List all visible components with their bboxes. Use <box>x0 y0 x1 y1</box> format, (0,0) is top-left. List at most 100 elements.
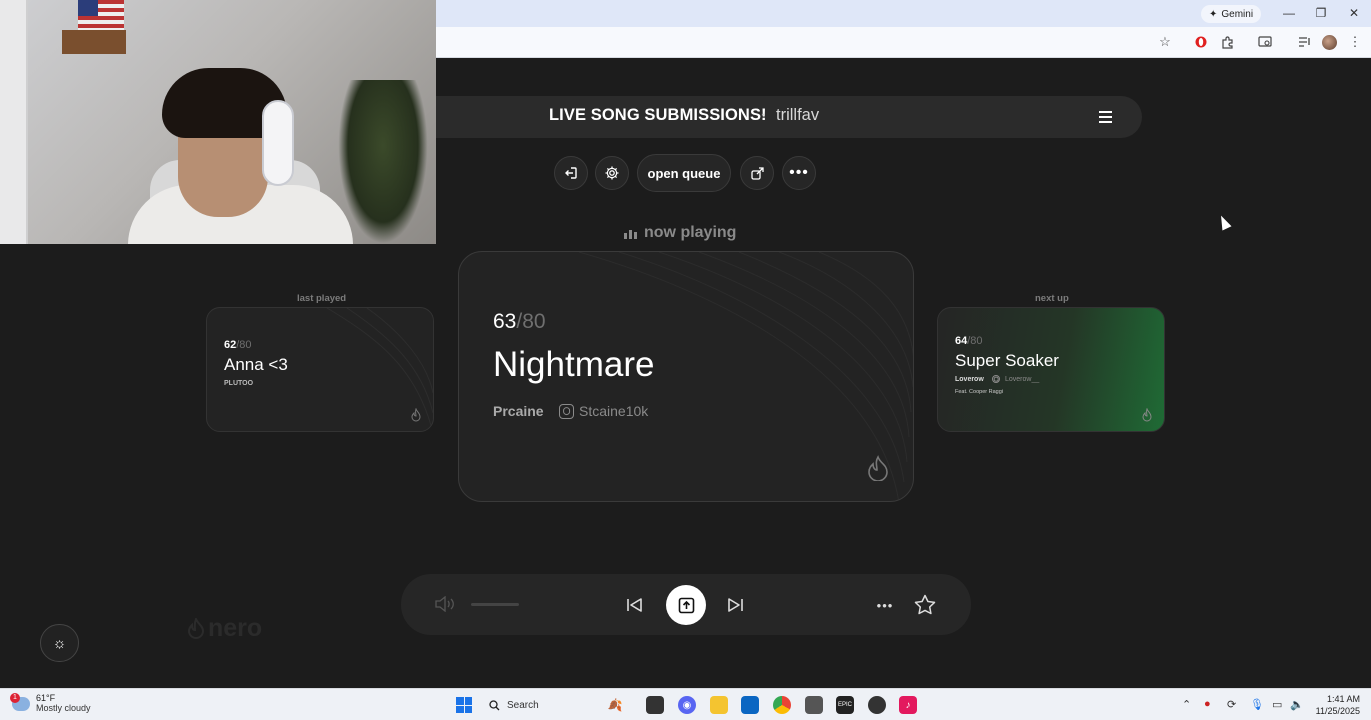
bookmark-star-icon[interactable]: ☆ <box>1156 34 1174 50</box>
epic-games-icon[interactable]: EPIC <box>836 696 854 714</box>
nero-flame-logo <box>188 617 204 639</box>
extensions-puzzle-icon[interactable] <box>1218 34 1236 50</box>
start-button[interactable] <box>456 697 472 713</box>
task-view-icon[interactable] <box>646 696 664 714</box>
next-up-position: 64/80 <box>955 335 983 347</box>
cloud-icon: 1 <box>10 692 30 711</box>
now-playing-artist: Prcaine <box>493 403 544 419</box>
sync-icon[interactable]: ⟳ <box>1227 698 1236 711</box>
clock-date: 11/25/2025 <box>1315 706 1360 716</box>
app-icon-with-badge[interactable] <box>868 696 886 714</box>
next-up-instagram-link[interactable]: Loverow__ <box>992 375 1039 383</box>
flame-icon <box>1142 408 1152 422</box>
header-separator: · <box>760 106 766 123</box>
chrome-icon[interactable] <box>773 696 791 714</box>
taskbar-search[interactable]: Search 🍂 <box>483 694 635 716</box>
webcam-shelf <box>62 30 126 54</box>
hamburger-menu-icon[interactable] <box>1094 106 1116 128</box>
weather-temp: 61°F <box>36 693 56 703</box>
chevron-up-icon[interactable]: ⌃ <box>1182 698 1191 711</box>
next-up-instagram-handle: Loverow__ <box>1005 375 1040 383</box>
mouse-cursor <box>1216 213 1232 231</box>
next-up-number: 64 <box>955 335 968 347</box>
skip-back-icon <box>627 598 642 612</box>
restore-button[interactable]: ❐ <box>1311 4 1331 22</box>
now-playing-instagram-link[interactable]: Stcaine10k <box>559 403 648 419</box>
gear-icon <box>605 166 619 180</box>
store-icon[interactable] <box>741 696 759 714</box>
taskbar: 1 61°F Mostly cloudy Search 🍂 ◉ EPIC ♪ ⌃… <box>0 688 1371 720</box>
webcam-overlay <box>0 0 436 244</box>
webcam-door <box>0 0 28 244</box>
next-up-artist: Loverow <box>955 376 984 383</box>
last-played-artist: PLUTOO <box>224 380 254 387</box>
flame-icon <box>411 408 421 422</box>
volume-button[interactable] <box>433 592 457 616</box>
clock-time: 1:41 AM <box>1326 694 1360 704</box>
previous-track-button[interactable] <box>624 594 646 616</box>
now-playing-title: Nightmare <box>493 345 655 384</box>
skip-forward-icon <box>728 598 743 612</box>
discord-icon[interactable]: ◉ <box>678 696 696 714</box>
last-played-position: 62/80 <box>224 339 252 351</box>
share-button[interactable] <box>740 156 774 190</box>
tool-app-icon[interactable] <box>805 696 823 714</box>
next-up-card[interactable]: 64/80 Super Soaker Loverow Loverow__ Fea… <box>937 307 1165 432</box>
weather-badge: 1 <box>10 692 20 703</box>
microphone-icon[interactable]: 🎙 <box>1250 698 1264 711</box>
weather-condition: Mostly cloudy <box>36 703 91 713</box>
network-icon[interactable]: ▭ <box>1272 698 1282 711</box>
media-controls-icon[interactable] <box>1295 34 1313 50</box>
nero-watermark-text: nero <box>208 614 263 642</box>
session-title: LIVE SONG SUBMISSIONS! <box>549 106 767 124</box>
gemini-label: Gemini <box>1221 8 1254 20</box>
system-clock[interactable]: 1:41 AM 11/25/2025 <box>1312 693 1360 717</box>
favorite-button[interactable] <box>913 592 937 616</box>
equalizer-icon <box>624 229 637 239</box>
theme-toggle-button[interactable]: ☼ <box>40 624 79 662</box>
last-played-label: last played <box>297 293 347 304</box>
upload-icon <box>678 597 694 613</box>
gemini-button[interactable]: ✦ Gemini <box>1201 5 1262 23</box>
nero-watermark: nero <box>188 614 262 643</box>
more-dots-icon: ••• <box>789 164 809 181</box>
webcam-plant <box>338 80 428 244</box>
player-more-button[interactable]: ••• <box>874 594 896 616</box>
settings-button[interactable] <box>595 156 629 190</box>
now-playing-card[interactable]: 63/80 Nightmare Prcaine Stcaine10k <box>458 251 914 502</box>
submit-song-button[interactable] <box>666 585 706 625</box>
leave-button[interactable] <box>554 156 588 190</box>
tiktok-icon[interactable]: ♪ <box>899 696 917 714</box>
minimize-button[interactable]: — <box>1279 4 1299 22</box>
last-played-total: /80 <box>236 339 252 351</box>
now-playing-number: 63 <box>493 310 517 333</box>
star-icon <box>914 594 936 614</box>
leave-icon <box>565 167 577 179</box>
profile-avatar[interactable] <box>1320 34 1338 50</box>
next-up-title: Super Soaker <box>955 351 1059 370</box>
search-icon <box>489 699 500 710</box>
now-playing-total: /80 <box>516 310 546 333</box>
opera-extension-icon[interactable] <box>1192 34 1210 50</box>
next-track-button[interactable] <box>724 594 746 616</box>
last-played-card[interactable]: 62/80 Anna <3 PLUTOO <box>206 307 434 432</box>
now-playing-text: now playing <box>644 224 737 241</box>
weather-widget[interactable]: 1 61°F Mostly cloudy <box>10 692 91 714</box>
open-queue-button[interactable]: open queue <box>637 154 731 192</box>
more-options-button[interactable]: ••• <box>782 156 816 190</box>
streamer-username[interactable]: trillfav <box>776 106 819 125</box>
volume-slider[interactable] <box>471 603 519 606</box>
webcam-headphones <box>262 100 294 186</box>
search-highlight-icon: 🍂 <box>607 698 623 712</box>
now-playing-position: 63/80 <box>493 310 546 334</box>
cast-icon[interactable] <box>1256 34 1274 50</box>
close-window-button[interactable]: ✕ <box>1344 4 1364 22</box>
flame-icon <box>868 455 888 481</box>
now-playing-label: now playing <box>624 224 736 242</box>
browser-menu-icon[interactable]: ⋮ <box>1346 34 1364 50</box>
next-up-feature: Feat. Cooper Raggi <box>955 389 1003 395</box>
file-explorer-icon[interactable] <box>710 696 728 714</box>
speaker-icon[interactable]: 🔈 <box>1290 698 1304 711</box>
next-up-label: next up <box>1035 293 1069 304</box>
tray-app-icon[interactable]: ● <box>1204 698 1211 710</box>
